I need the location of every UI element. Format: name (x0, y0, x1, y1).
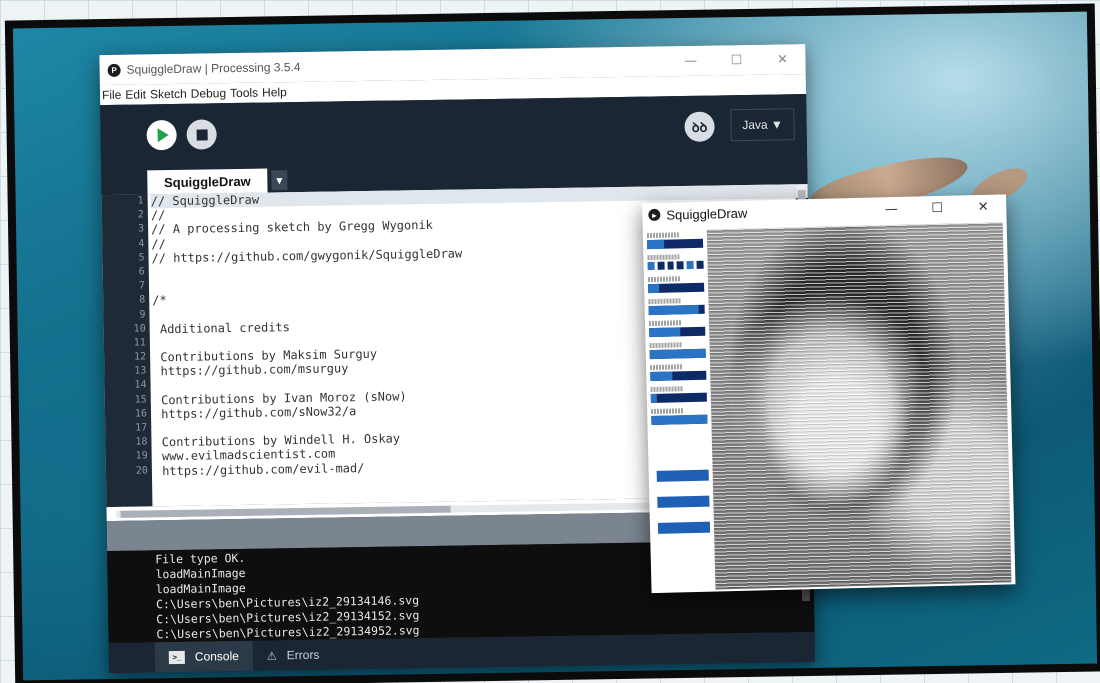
sq-maximize-button[interactable]: ☐ (914, 200, 960, 216)
menu-help[interactable]: Help (262, 85, 287, 99)
squiggledraw-window: ▸ SquiggleDraw — ☐ ✕ (642, 194, 1016, 594)
save-svg-button[interactable] (657, 495, 710, 508)
line-number: 9 (139, 308, 146, 321)
warning-icon: ⚠ (266, 649, 277, 663)
maximize-button[interactable]: ☐ (713, 52, 759, 68)
sq-minimize-button[interactable]: — (868, 201, 914, 217)
toggle-control[interactable] (647, 254, 704, 271)
tab-console[interactable]: >_ Console (154, 640, 254, 673)
run-button[interactable] (146, 119, 177, 151)
line-number: 1 (137, 195, 144, 207)
close-button[interactable]: ✕ (759, 52, 805, 68)
desktop-wallpaper: P SquiggleDraw | Processing 3.5.4 — ☐ ✕ … (12, 11, 1098, 681)
ide-toolbar: ꝺꝺ Java ▼ (100, 94, 808, 172)
line-number: 16 (134, 408, 148, 420)
minimize-button[interactable]: — (667, 53, 713, 69)
line-number: 5 (138, 252, 145, 264)
sq-close-button[interactable]: ✕ (960, 199, 1006, 215)
reset-button[interactable] (657, 521, 711, 534)
console-icon: >_ (168, 650, 185, 664)
line-number: 11 (133, 337, 146, 349)
slider-control[interactable] (649, 342, 706, 360)
slider-control[interactable] (651, 408, 708, 426)
line-number: 2 (137, 209, 144, 221)
squiggle-output-canvas (706, 222, 1012, 590)
load-image-button[interactable] (656, 469, 709, 482)
line-number: 4 (138, 238, 145, 250)
menu-tools[interactable]: Tools (230, 86, 258, 100)
line-number: 19 (135, 450, 148, 462)
line-number: 15 (134, 394, 147, 406)
line-number-gutter: 1 2 3 4 5 6 7 8 9 10 11 12 13 14 15 16 17 18 19 20 (101, 194, 153, 508)
line-number: 14 (134, 379, 147, 392)
mode-selector[interactable]: Java ▼ (730, 108, 795, 142)
line-number: 20 (135, 464, 148, 477)
slider-control[interactable] (647, 276, 705, 294)
editor-vertical-scrollbar[interactable] (795, 184, 808, 201)
slider-control[interactable] (650, 386, 707, 404)
squiggledraw-app-icon: ▸ (648, 208, 661, 222)
monitor-screen: P SquiggleDraw | Processing 3.5.4 — ☐ ✕ … (4, 3, 1100, 683)
menu-sketch[interactable]: Sketch (150, 87, 187, 102)
line-number: 7 (138, 280, 146, 292)
line-number: 12 (133, 351, 147, 363)
debugger-button[interactable]: ꝺꝺ (684, 111, 715, 142)
line-number: 17 (135, 422, 148, 434)
tab-squiggledraw[interactable]: SquiggleDraw (147, 168, 268, 195)
tab-console-label: Console (194, 649, 239, 664)
menu-file[interactable]: File (102, 88, 122, 102)
line-number: 10 (133, 323, 146, 335)
butterfly-icon: ꝺꝺ (691, 120, 708, 136)
line-number: 8 (139, 294, 146, 306)
menu-edit[interactable]: Edit (125, 87, 146, 101)
menu-debug[interactable]: Debug (191, 86, 227, 101)
stop-icon (196, 128, 208, 141)
tab-errors[interactable]: ⚠ Errors (253, 640, 334, 671)
processing-app-icon: P (107, 63, 121, 77)
slider-control[interactable] (648, 320, 706, 338)
line-number: 3 (137, 223, 145, 235)
stop-button[interactable] (186, 119, 217, 150)
line-number: 13 (134, 365, 147, 377)
slider-control[interactable] (648, 298, 705, 316)
tab-menu-button[interactable]: ▼ (271, 170, 288, 191)
controls-panel (646, 232, 716, 583)
ide-window-title: SquiggleDraw | Processing 3.5.4 (126, 59, 301, 77)
slider-control[interactable] (646, 232, 704, 250)
line-number: 6 (138, 266, 145, 278)
slider-control[interactable] (650, 364, 707, 382)
play-icon (157, 128, 169, 143)
tab-errors-label: Errors (286, 647, 320, 663)
squiggledraw-title: SquiggleDraw (666, 205, 748, 223)
line-number: 18 (135, 436, 148, 448)
